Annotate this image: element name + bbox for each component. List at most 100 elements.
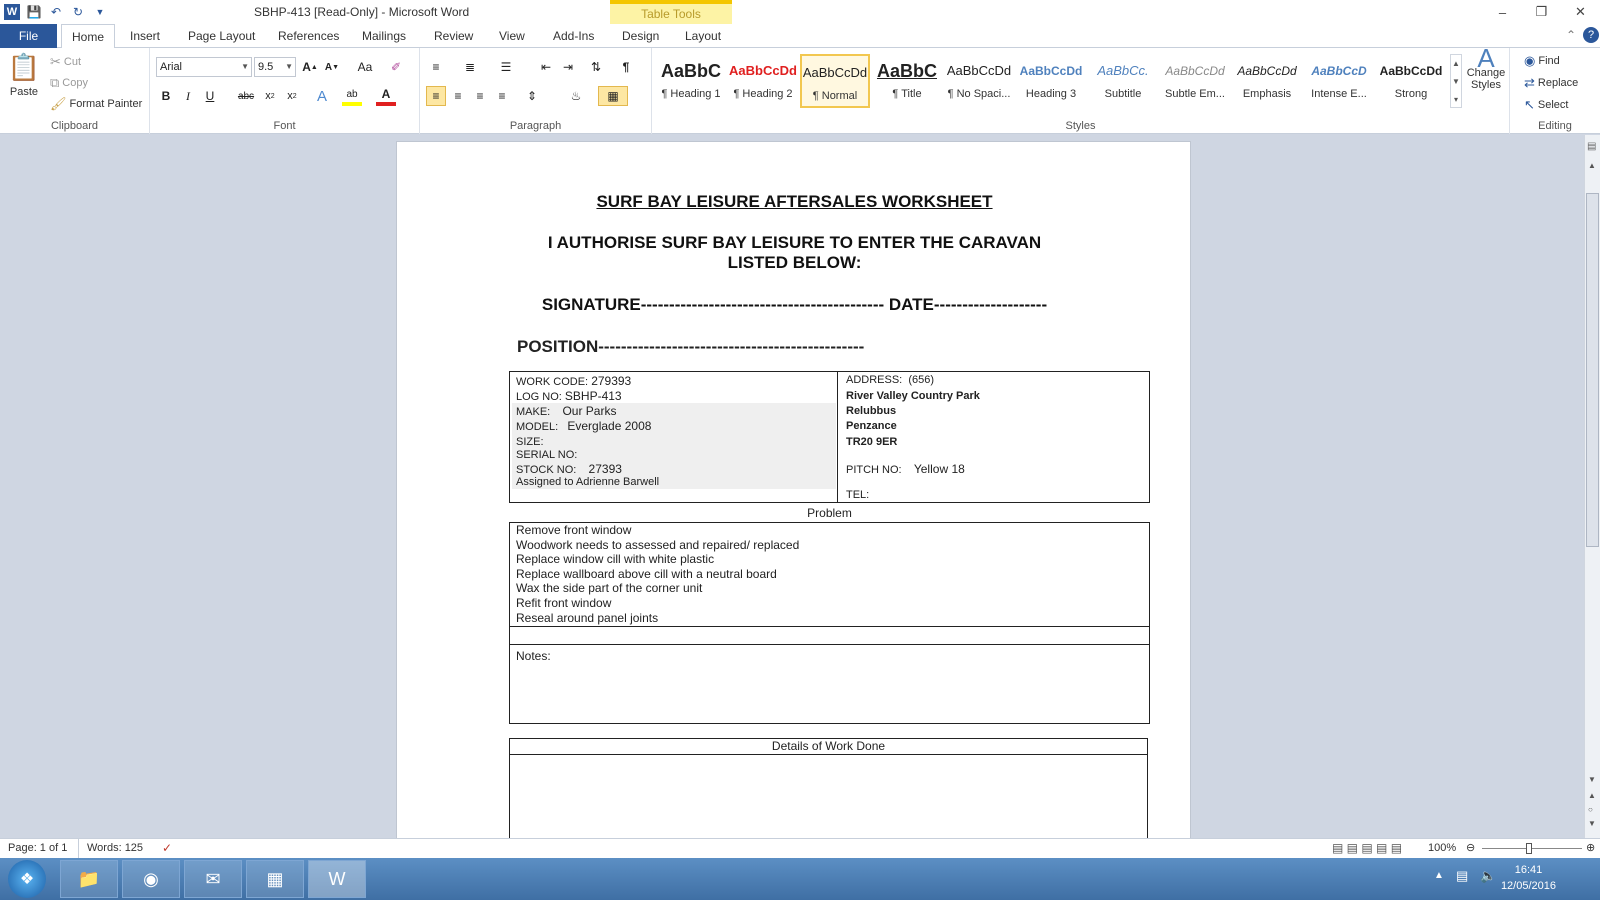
style-strong[interactable]: AaBbCcDd Strong xyxy=(1376,54,1446,108)
close-button[interactable]: ✕ xyxy=(1561,0,1600,24)
zoom-out-icon[interactable]: ⊖ xyxy=(1466,841,1475,854)
select-browse-object-icon[interactable]: ○ xyxy=(1588,805,1593,814)
tab-insert[interactable]: Insert xyxy=(120,24,170,48)
grow-font-icon[interactable]: A ▲ xyxy=(300,57,320,77)
shading-icon[interactable]: ♨ xyxy=(566,86,586,106)
network-icon[interactable]: ▤ xyxy=(1456,868,1468,884)
scroll-up-icon[interactable]: ▲ xyxy=(1588,161,1596,170)
vertical-scrollbar[interactable]: ▤ ▲ ▼ ▲ ○ ▼ xyxy=(1584,135,1600,838)
volume-icon[interactable]: 🔈 xyxy=(1480,868,1496,884)
tab-design[interactable]: Design xyxy=(612,24,669,48)
view-buttons[interactable]: ▤ ▤ ▤ ▤ ▤ xyxy=(1332,841,1402,855)
highlight-icon[interactable]: ab xyxy=(342,86,362,106)
word-count[interactable]: Words: 125 xyxy=(87,842,143,854)
change-styles-button[interactable]: A Change Styles xyxy=(1464,45,1508,91)
align-right-icon[interactable]: ≡ xyxy=(470,86,490,106)
replace-button[interactable]: ⇄ Replace xyxy=(1524,75,1578,91)
tab-mailings[interactable]: Mailings xyxy=(352,24,416,48)
style-normal[interactable]: AaBbCcDd ¶ Normal xyxy=(800,54,870,108)
text-effects-icon[interactable]: A xyxy=(312,86,332,106)
copy-button[interactable]: ⧉ Copy xyxy=(50,75,88,91)
subscript-icon[interactable]: x2 xyxy=(260,86,280,106)
pilcrow-icon[interactable]: ¶ xyxy=(616,57,636,77)
align-center-icon[interactable]: ≡ xyxy=(448,86,468,106)
document-area[interactable]: SURF BAY LEISURE AFTERSALES WORKSHEET I … xyxy=(0,135,1584,838)
multilevel-list-icon[interactable]: ☰ xyxy=(496,57,516,77)
paste-button[interactable]: 📋 Paste xyxy=(6,52,42,98)
clock[interactable]: 16:41 12/05/2016 xyxy=(1501,862,1556,894)
clear-formatting-icon[interactable]: ✐ xyxy=(386,57,406,77)
firefox-icon[interactable]: ◉ xyxy=(122,860,180,898)
justify-icon[interactable]: ≡ xyxy=(492,86,512,106)
restore-button[interactable]: ❐ xyxy=(1522,0,1561,24)
proofing-icon[interactable]: ✓ xyxy=(162,841,172,855)
tray-expand-icon[interactable]: ▲ xyxy=(1434,870,1444,881)
style-subtitle[interactable]: AaBbCc. Subtitle xyxy=(1088,54,1158,108)
style-subtle-emphasis[interactable]: AaBbCcDd Subtle Em... xyxy=(1160,54,1230,108)
tab-page-layout[interactable]: Page Layout xyxy=(178,24,265,48)
next-page-icon[interactable]: ▼ xyxy=(1588,819,1596,828)
style-intense-emphasis[interactable]: AaBbCcD Intense E... xyxy=(1304,54,1374,108)
select-button[interactable]: ↖ Select xyxy=(1524,97,1568,113)
style-no-spacing[interactable]: AaBbCcDd ¶ No Spaci... xyxy=(944,54,1014,108)
scroll-down-icon[interactable]: ▼ xyxy=(1588,775,1596,784)
format-painter-button[interactable]: 🖌 Format Painter xyxy=(50,96,142,112)
zoom-slider-thumb[interactable] xyxy=(1526,843,1532,854)
tab-review[interactable]: Review xyxy=(424,24,483,48)
explorer-icon[interactable]: 📁 xyxy=(60,860,118,898)
start-button[interactable]: ❖ xyxy=(8,860,46,898)
style-heading-2[interactable]: AaBbCcDd ¶ Heading 2 xyxy=(728,54,798,108)
line-spacing-icon[interactable]: ⇕ xyxy=(522,86,542,106)
page-count[interactable]: Page: 1 of 1 xyxy=(8,842,67,854)
change-case-icon[interactable]: Aa xyxy=(352,57,378,77)
font-size-combo[interactable]: 9.5 ▼ xyxy=(254,57,296,77)
italic-icon[interactable]: I xyxy=(178,86,198,106)
borders-icon[interactable]: ▦ xyxy=(598,86,628,106)
customize-toolbar-icon[interactable]: ▼ xyxy=(92,4,108,20)
increase-indent-icon[interactable]: ⇥ xyxy=(558,57,578,77)
font-name-combo[interactable]: Arial ▼ xyxy=(156,57,252,77)
decrease-indent-icon[interactable]: ⇤ xyxy=(536,57,556,77)
style-title[interactable]: AaBbC ¶ Title xyxy=(872,54,942,108)
sort-icon[interactable]: ⇅ xyxy=(586,57,606,77)
align-left-icon[interactable]: ≡ xyxy=(426,86,446,106)
zoom-slider[interactable] xyxy=(1482,848,1582,849)
ruler-toggle-icon[interactable]: ▤ xyxy=(1587,141,1596,152)
zoom-level[interactable]: 100% xyxy=(1428,842,1456,854)
numbering-icon[interactable]: ≣ xyxy=(460,57,480,77)
minimize-button[interactable]: – xyxy=(1483,0,1522,24)
tab-references[interactable]: References xyxy=(268,24,349,48)
calendar-app-icon[interactable]: ▦ xyxy=(246,860,304,898)
strikethrough-icon[interactable]: abc xyxy=(236,86,256,106)
save-icon[interactable]: 💾 xyxy=(26,4,42,20)
shrink-font-icon[interactable]: A ▼ xyxy=(322,57,342,77)
document-page[interactable]: SURF BAY LEISURE AFTERSALES WORKSHEET I … xyxy=(396,141,1191,838)
zoom-in-icon[interactable]: ⊕ xyxy=(1586,841,1595,854)
outlook-icon[interactable]: ✉ xyxy=(184,860,242,898)
tab-layout[interactable]: Layout xyxy=(675,24,731,48)
underline-icon[interactable]: U xyxy=(200,86,220,106)
style-heading-1[interactable]: AaBbC ¶ Heading 1 xyxy=(656,54,726,108)
bold-icon[interactable]: B xyxy=(156,86,176,106)
cut-button[interactable]: ✂ Cut xyxy=(50,54,81,70)
problem-item: Replace wallboard above cill with a neut… xyxy=(516,566,777,581)
redo-icon[interactable]: ↻ xyxy=(70,4,86,20)
scroll-thumb[interactable] xyxy=(1586,193,1599,547)
minimize-ribbon-icon[interactable]: ⌃ xyxy=(1566,28,1576,42)
find-button[interactable]: ◉ Find xyxy=(1524,53,1560,69)
undo-icon[interactable]: ↶ xyxy=(48,4,64,20)
help-icon[interactable]: ? xyxy=(1583,27,1599,43)
previous-page-icon[interactable]: ▲ xyxy=(1588,791,1596,800)
tab-add-ins[interactable]: Add-Ins xyxy=(543,24,604,48)
style-emphasis[interactable]: AaBbCcDd Emphasis xyxy=(1232,54,1302,108)
tab-home[interactable]: Home xyxy=(61,24,116,49)
font-color-icon[interactable]: A xyxy=(376,86,396,106)
word-app-icon[interactable]: W xyxy=(4,4,20,20)
tab-view[interactable]: View xyxy=(489,24,535,48)
style-heading-3[interactable]: AaBbCcDd Heading 3 xyxy=(1016,54,1086,108)
styles-scroll-icon[interactable]: ▲ ▼ ▾ xyxy=(1450,54,1462,108)
superscript-icon[interactable]: x2 xyxy=(282,86,302,106)
tab-file[interactable]: File xyxy=(0,24,57,48)
bullets-icon[interactable]: ≡ xyxy=(426,57,446,77)
word-taskbar-icon[interactable]: W xyxy=(308,860,366,898)
